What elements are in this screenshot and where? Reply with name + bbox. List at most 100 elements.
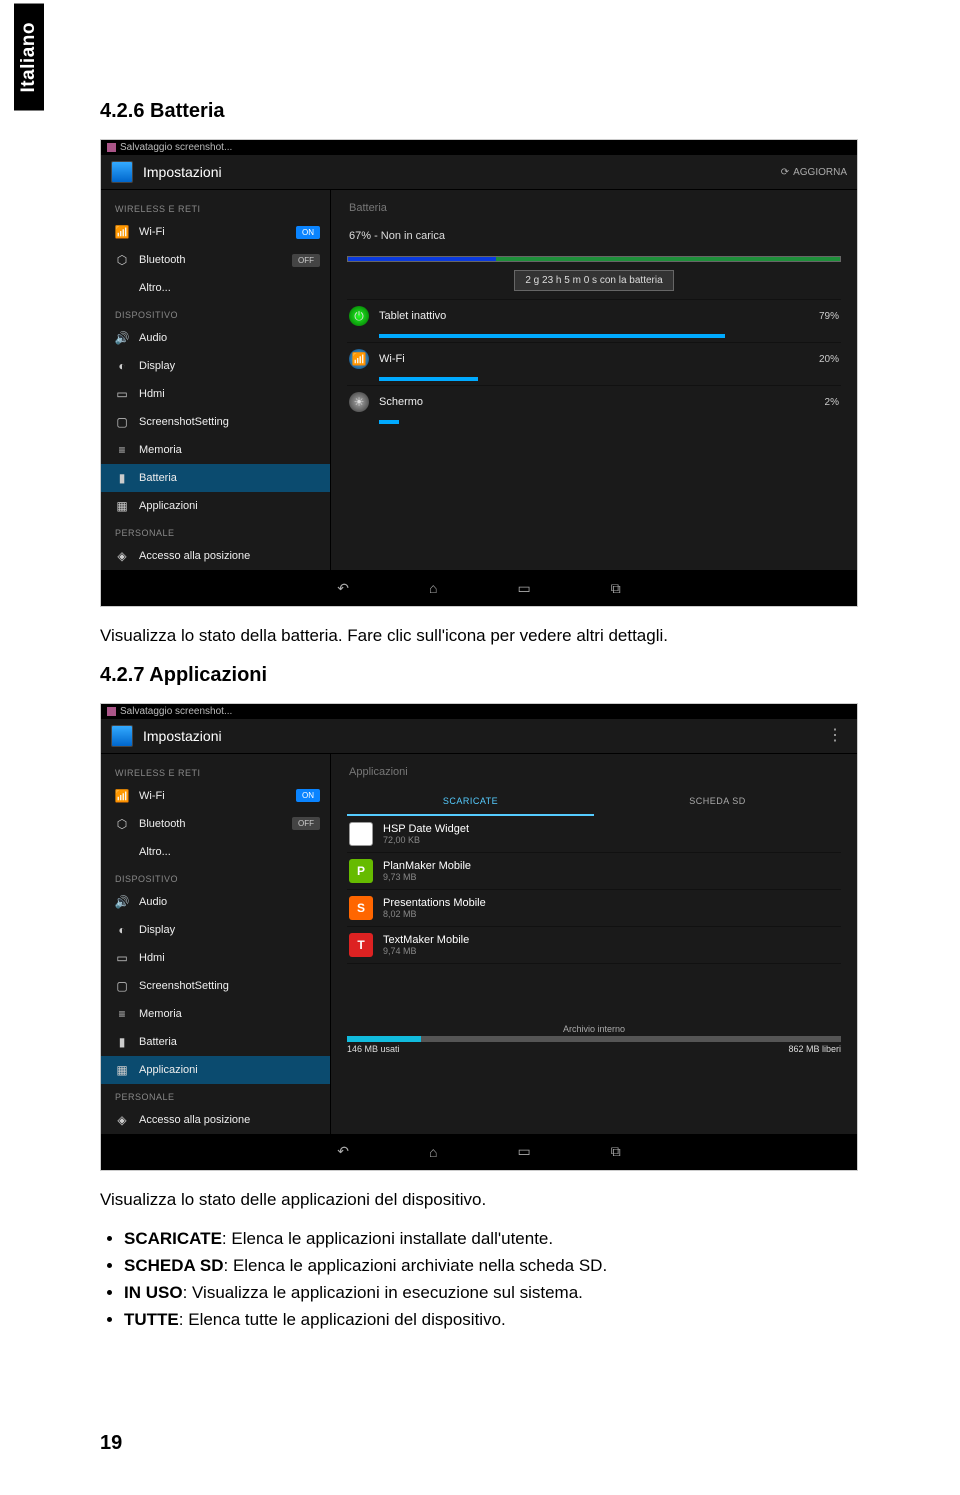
usage-row-screen[interactable]: ☀ Schermo 2% — [347, 385, 841, 418]
sidebar-item-wifi[interactable]: 📶 Wi-Fi ON — [101, 218, 330, 246]
nav-recent-icon[interactable]: ▭ — [517, 580, 530, 597]
sidebar-item-label: Batteria — [139, 1036, 177, 1048]
sidebar-item-screenshot[interactable]: ▢ ScreenshotSetting — [101, 408, 330, 436]
category-wireless: WIRELESS E RETI — [101, 760, 330, 782]
nav-home-icon[interactable]: ⌂ — [429, 1144, 437, 1160]
menu-button[interactable]: ⋮ — [823, 728, 847, 744]
section-heading-apps: 4.2.7 Applicazioni — [100, 664, 860, 687]
sidebar-item-display[interactable]: ◐ Display — [101, 352, 330, 380]
content-header: Batteria — [347, 198, 841, 224]
sidebar-item-location[interactable]: ◈ Accesso alla posizione — [101, 1106, 330, 1134]
refresh-label: AGGIORNA — [793, 167, 847, 178]
screenshot-apps: Salvataggio screenshot... Impostazioni ⋮… — [100, 703, 858, 1171]
storage-free: 862 MB liberi — [788, 1044, 841, 1054]
refresh-icon: ⟳ — [781, 167, 789, 178]
usage-bar — [379, 377, 478, 381]
sidebar-item-label: Audio — [139, 896, 167, 908]
sidebar-item-label: Batteria — [139, 472, 177, 484]
wifi-toggle[interactable]: ON — [296, 226, 320, 239]
refresh-button[interactable]: ⟳ AGGIORNA — [781, 167, 847, 178]
battery-graph[interactable] — [347, 256, 841, 262]
wifi-usage-icon: 📶 — [349, 349, 369, 369]
app-size: 9,73 MB — [383, 872, 839, 882]
bluetooth-toggle[interactable]: OFF — [292, 254, 320, 267]
nav-back-icon[interactable]: ↶ — [337, 1143, 349, 1160]
usage-list: ⏻ Tablet inattivo 79% 📶 Wi-Fi 20% ☀ — [347, 299, 841, 424]
app-row[interactable]: P PlanMaker Mobile 9,73 MB — [347, 853, 841, 890]
save-icon — [107, 707, 116, 716]
audio-icon: 🔊 — [115, 895, 129, 909]
battery-content: Batteria 67% - Non in carica 2 g 23 h 5 … — [331, 190, 857, 570]
apps-icon: ▦ — [115, 1063, 129, 1077]
nav-screenshot-icon[interactable]: ⧉ — [611, 1143, 621, 1160]
battery-summary[interactable]: 67% - Non in carica — [347, 224, 841, 252]
app-name: PlanMaker Mobile — [383, 860, 839, 872]
usage-label: Tablet inattivo — [379, 310, 809, 322]
sidebar-item-location[interactable]: ◈ Accesso alla posizione — [101, 542, 330, 570]
bullet-running: IN USO: Visualizza le applicazioni in es… — [124, 1282, 860, 1305]
app-size: 8,02 MB — [383, 909, 839, 919]
memory-icon: ≡ — [115, 1007, 129, 1021]
sidebar-item-hdmi[interactable]: ▭ Hdmi — [101, 380, 330, 408]
sidebar-item-more[interactable]: Altro... — [101, 838, 330, 866]
status-bar: Salvataggio screenshot... — [101, 140, 857, 155]
sidebar-item-audio[interactable]: 🔊 Audio — [101, 888, 330, 916]
battery-duration: 2 g 23 h 5 m 0 s con la batteria — [514, 270, 673, 291]
battery-description: Visualizza lo stato della batteria. Fare… — [100, 625, 860, 648]
nav-screenshot-icon[interactable]: ⧉ — [611, 580, 621, 597]
status-bar: Salvataggio screenshot... — [101, 704, 857, 719]
tab-downloaded[interactable]: SCARICATE — [347, 788, 594, 816]
wifi-toggle[interactable]: ON — [296, 789, 320, 802]
category-device: DISPOSITIVO — [101, 866, 330, 888]
sidebar-item-apps[interactable]: ▦ Applicazioni — [101, 1056, 330, 1084]
app-title: Impostazioni — [143, 164, 781, 180]
bluetooth-toggle[interactable]: OFF — [292, 817, 320, 830]
sidebar-item-battery[interactable]: ▮ Batteria — [101, 1028, 330, 1056]
nav-back-icon[interactable]: ↶ — [337, 580, 349, 597]
title-bar: Impostazioni ⟳ AGGIORNA — [101, 155, 857, 190]
sidebar-item-label: Memoria — [139, 1008, 182, 1020]
app-row[interactable]: ⏱ HSP Date Widget 72,00 KB — [347, 816, 841, 853]
sidebar-item-apps[interactable]: ▦ Applicazioni — [101, 492, 330, 520]
apps-icon: ▦ — [115, 499, 129, 513]
app-row[interactable]: T TextMaker Mobile 9,74 MB — [347, 927, 841, 964]
location-icon: ◈ — [115, 1113, 129, 1127]
app-row[interactable]: S Presentations Mobile 8,02 MB — [347, 890, 841, 927]
sidebar-item-label: ScreenshotSetting — [139, 980, 229, 992]
sidebar-item-more[interactable]: Altro... — [101, 274, 330, 302]
wifi-icon: 📶 — [115, 225, 129, 239]
tab-bar: SCARICATE SCHEDA SD — [347, 788, 841, 816]
location-icon: ◈ — [115, 549, 129, 563]
category-personal: PERSONALE — [101, 1084, 330, 1106]
nav-home-icon[interactable]: ⌂ — [429, 580, 437, 596]
nav-recent-icon[interactable]: ▭ — [517, 1143, 530, 1160]
app-size: 9,74 MB — [383, 946, 839, 956]
sidebar-item-hdmi[interactable]: ▭ Hdmi — [101, 944, 330, 972]
app-size: 72,00 KB — [383, 835, 839, 845]
sidebar-item-screenshot[interactable]: ▢ ScreenshotSetting — [101, 972, 330, 1000]
sidebar-item-audio[interactable]: 🔊 Audio — [101, 324, 330, 352]
app-name: TextMaker Mobile — [383, 934, 839, 946]
sidebar-item-battery[interactable]: ▮ Batteria — [101, 464, 330, 492]
sidebar-item-bluetooth[interactable]: ⬡ Bluetooth OFF — [101, 810, 330, 838]
usage-row-wifi[interactable]: 📶 Wi-Fi 20% — [347, 342, 841, 375]
sidebar-item-display[interactable]: ◐ Display — [101, 916, 330, 944]
app-name: HSP Date Widget — [383, 823, 839, 835]
usage-row-idle[interactable]: ⏻ Tablet inattivo 79% — [347, 299, 841, 332]
power-icon: ⏻ — [349, 306, 369, 326]
tab-sdcard[interactable]: SCHEDA SD — [594, 788, 841, 816]
storage-bar: Archivio interno 146 MB usati 862 MB lib… — [347, 1024, 841, 1054]
sidebar-item-bluetooth[interactable]: ⬡ Bluetooth OFF — [101, 246, 330, 274]
nav-bar: ↶ ⌂ ▭ ⧉ — [101, 1134, 857, 1170]
usage-label: Wi-Fi — [379, 353, 809, 365]
audio-icon: 🔊 — [115, 331, 129, 345]
sidebar-item-label: Wi-Fi — [139, 226, 165, 238]
sidebar-item-memory[interactable]: ≡ Memoria — [101, 436, 330, 464]
battery-icon: ▮ — [115, 471, 129, 485]
sidebar-item-label: Altro... — [139, 282, 171, 294]
sidebar-item-wifi[interactable]: 📶 Wi-Fi ON — [101, 782, 330, 810]
sidebar-item-memory[interactable]: ≡ Memoria — [101, 1000, 330, 1028]
section-heading-battery: 4.2.6 Batteria — [100, 100, 860, 123]
bluetooth-icon: ⬡ — [115, 817, 129, 831]
blank-icon — [115, 281, 129, 295]
